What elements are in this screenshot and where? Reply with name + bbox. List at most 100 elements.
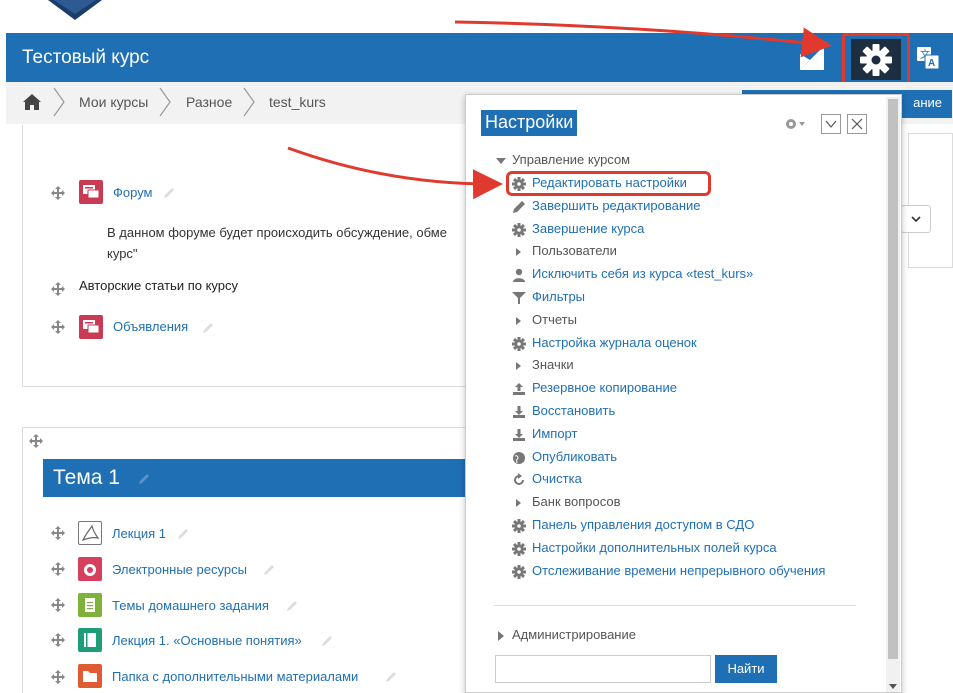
course-title[interactable]: Тестовый курс [22, 47, 149, 69]
caret-right-icon [512, 245, 526, 259]
forum-icon [79, 180, 103, 204]
close-block-button[interactable] [847, 114, 867, 134]
activity-lecture1-link[interactable]: Лекция 1 [112, 526, 166, 541]
language-icon[interactable]: 文 A [916, 46, 940, 70]
scrollbar-thumb[interactable] [888, 99, 898, 659]
scroll-down-arrow-icon[interactable] [889, 684, 897, 689]
settings-item-label: Пользователи [532, 243, 617, 259]
activity-extra-materials-folder-link[interactable]: Папка с дополнительными материалами [112, 669, 358, 684]
settings-item-label: Восстановить [532, 403, 616, 418]
url-icon [78, 557, 102, 581]
home-icon[interactable] [22, 93, 42, 111]
filter-icon [512, 291, 526, 305]
upload-icon [512, 382, 526, 396]
breadcrumb-course[interactable]: test_kurs [269, 94, 326, 110]
caret-right-icon [512, 314, 526, 328]
move-icon[interactable] [51, 282, 65, 296]
settings-item-label: Опубликовать [532, 448, 618, 464]
settings-gear-button[interactable] [842, 33, 910, 86]
breadcrumb-my-courses[interactable]: Мои курсы [79, 94, 148, 110]
activity-lecture1-concepts-link[interactable]: Лекция 1. «Основные понятия» [112, 633, 302, 648]
brand-logo-icon[interactable] [798, 44, 826, 72]
site-logo-icon [48, 0, 102, 20]
svg-text:A: A [928, 58, 935, 69]
settings-item-label: Отслеживание времени непрерывного обучен… [532, 562, 826, 578]
edit-pencil-icon[interactable] [320, 634, 334, 648]
block-select[interactable] [901, 205, 931, 233]
chevron-down-icon [825, 120, 837, 128]
gear-icon [512, 222, 526, 237]
edit-pencil-icon[interactable] [262, 563, 276, 577]
edit-pencil-icon[interactable] [176, 527, 190, 541]
caret-right-icon [512, 359, 526, 373]
settings-item-label: Отчеты [532, 311, 577, 327]
activity-homework-topics-link[interactable]: Темы домашнего задания [112, 598, 269, 613]
forum-description-line2: курс" [107, 246, 138, 261]
page-icon [78, 593, 102, 617]
settings-item-label: Резервное копирование [532, 380, 677, 396]
settings-item-label: Настройка журнала оценок [532, 334, 697, 350]
course-section-general: Форум В данном форуме будет происходить … [22, 125, 467, 387]
edit-pencil-icon[interactable] [201, 321, 215, 335]
gear-icon [512, 564, 526, 579]
activity-e-resources-link[interactable]: Электронные ресурсы [112, 562, 247, 577]
move-icon[interactable] [51, 186, 65, 200]
activity-announcements-link[interactable]: Объявления [113, 319, 188, 334]
settings-item-label: Исключить себя из курса «test_kurs» [532, 266, 754, 282]
folder-icon [78, 664, 102, 688]
close-icon [851, 118, 863, 130]
gear-icon [851, 39, 901, 80]
gear-menu-icon[interactable] [784, 117, 806, 131]
forum-icon [79, 315, 103, 339]
settings-search-input[interactable] [495, 655, 711, 683]
topic-header: Тема 1 [43, 459, 467, 497]
edit-pencil-icon[interactable] [162, 186, 176, 200]
pdf-icon [78, 521, 102, 545]
refresh-icon [512, 473, 526, 487]
settings-item-label: Очистка [532, 471, 582, 487]
divider [494, 605, 856, 606]
move-icon[interactable] [51, 562, 65, 576]
tree-course-admin[interactable]: Управление курсом [496, 152, 630, 167]
move-icon[interactable] [51, 320, 65, 334]
move-icon[interactable] [51, 598, 65, 612]
settings-item-label: Редактировать настройки [532, 175, 687, 190]
chevron-down-icon [911, 216, 921, 223]
move-icon[interactable] [29, 434, 43, 448]
settings-item-label: Завершение курса [532, 220, 645, 236]
gear-icon [512, 336, 526, 351]
edit-pencil-icon[interactable] [137, 472, 151, 486]
right-block [908, 133, 953, 268]
caret-down-icon [496, 157, 506, 164]
tree-site-admin[interactable]: Администрирование [498, 627, 636, 642]
settings-item-label: Импорт [532, 425, 578, 441]
settings-item-label: Настройки дополнительных полей курса [532, 539, 777, 555]
chevron-right-icon [159, 87, 171, 117]
caret-right-icon [512, 496, 526, 510]
label-author-articles: Авторские статьи по курсу [79, 278, 239, 293]
move-icon[interactable] [51, 670, 65, 684]
collapse-block-button[interactable] [821, 114, 841, 134]
topic-title[interactable]: Тема 1 [53, 466, 120, 490]
download-icon [512, 428, 526, 442]
activity-forum-link[interactable]: Форум [113, 185, 153, 200]
search-button[interactable]: Найти [715, 655, 777, 683]
settings-item-label: Банк вопросов [532, 494, 621, 510]
settings-item-label: Панель управления доступом в СДО [532, 517, 755, 532]
chevron-right-icon [243, 87, 255, 117]
breadcrumb-category[interactable]: Разное [186, 94, 232, 110]
edit-pencil-icon[interactable] [384, 670, 398, 684]
globe-icon [512, 451, 526, 465]
pencil-icon [512, 200, 526, 214]
move-icon[interactable] [51, 526, 65, 540]
gear-icon [512, 177, 526, 191]
settings-item-label: Завершить редактирование [532, 197, 701, 213]
book-icon [78, 628, 102, 652]
dropdown-scrollbar[interactable] [886, 97, 900, 692]
move-icon[interactable] [51, 633, 65, 647]
chevron-right-icon [53, 87, 65, 117]
course-header: Тестовый курс 文 [6, 33, 953, 86]
gear-icon [512, 519, 526, 533]
edit-pencil-icon[interactable] [285, 599, 299, 613]
download-icon [512, 405, 526, 419]
